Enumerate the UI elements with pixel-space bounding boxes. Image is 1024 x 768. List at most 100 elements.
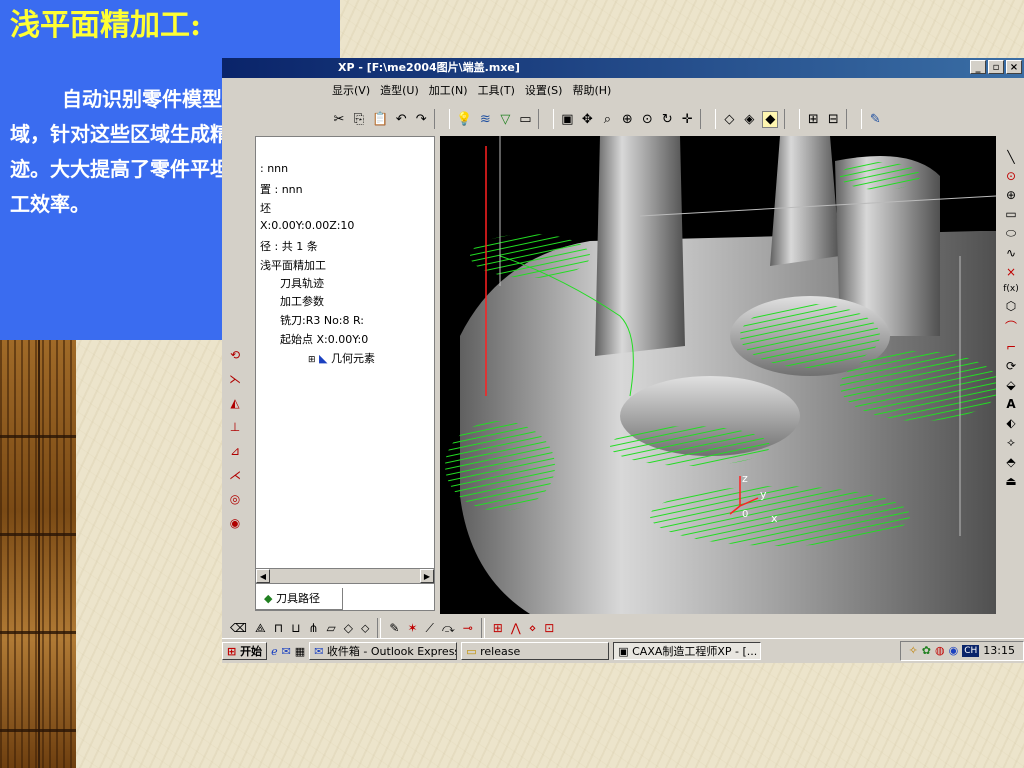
tree-item[interactable]: 刀具轨迹	[280, 275, 324, 291]
light-icon[interactable]: 💡	[456, 112, 472, 127]
menu-tools[interactable]: 工具(T)	[478, 82, 515, 100]
tray-icon[interactable]: ◍	[935, 641, 945, 661]
bt-a-icon[interactable]: ⌫	[230, 621, 247, 635]
box-icon[interactable]: ⏏	[1005, 474, 1016, 488]
bt-g-icon[interactable]: ◇	[344, 621, 353, 635]
copy-icon[interactable]: ⎘	[352, 112, 366, 127]
tree-item[interactable]: 浅平面精加工	[260, 257, 326, 273]
tool-h-icon[interactable]: ◉	[230, 516, 240, 530]
polygon-icon[interactable]: ⬡	[1006, 299, 1016, 313]
bt-p-icon[interactable]: ⋄	[529, 621, 537, 635]
tray-icon[interactable]: ◉	[949, 641, 959, 661]
menu-view[interactable]: 显示(V)	[332, 82, 370, 100]
tray-icon[interactable]: ✧	[909, 641, 918, 661]
redo-icon[interactable]: ↷	[414, 112, 428, 127]
tree-item[interactable]: 坯	[260, 200, 271, 216]
bt-d-icon[interactable]: ⊔	[291, 621, 300, 635]
ie-icon[interactable]: ℯ	[271, 645, 278, 658]
taskbar-caxa[interactable]: ▣ CAXA制造工程师XP - [...	[613, 642, 762, 660]
menu-modeling[interactable]: 造型(U)	[380, 82, 419, 100]
bt-m-icon[interactable]: ⊸	[463, 621, 473, 635]
start-button[interactable]: ⊞ 开始	[222, 642, 268, 660]
taskbar-release-folder[interactable]: ▭ release	[461, 642, 610, 660]
tray-icon[interactable]: ✿	[922, 641, 931, 661]
tree-item[interactable]: 加工参数	[280, 293, 324, 309]
menu-machining[interactable]: 加工(N)	[429, 82, 468, 100]
measure-icon[interactable]: ⬖	[1006, 416, 1015, 430]
corner-icon[interactable]: ⌐	[1006, 340, 1016, 354]
shade-icon[interactable]: ◈	[742, 112, 756, 127]
zoom-window-icon[interactable]: ⌕	[600, 112, 614, 127]
circle-icon[interactable]: ⊕	[1006, 188, 1016, 202]
bt-n-icon[interactable]: ⊞	[493, 621, 503, 635]
filter-icon[interactable]: ▽	[498, 112, 512, 127]
spline-icon[interactable]: ∿	[1006, 246, 1016, 260]
text-tool-icon[interactable]: A	[1006, 397, 1015, 411]
tree-horizontal-scrollbar[interactable]: ◀ ▶	[255, 568, 435, 584]
cross-icon[interactable]: ×	[1006, 265, 1016, 279]
bt-e-icon[interactable]: ⋔	[308, 621, 318, 635]
bt-c-icon[interactable]: ⊓	[274, 621, 283, 635]
expand-icon[interactable]: ⊞	[308, 355, 316, 365]
line-icon[interactable]: ╲	[1007, 150, 1014, 164]
tree-item[interactable]: : nnn	[260, 162, 288, 175]
tree-item[interactable]: ⊞ ◣ 几何元素	[308, 350, 375, 366]
outlook-icon[interactable]: ✉	[282, 645, 291, 658]
wire-icon[interactable]: ◇	[722, 112, 736, 127]
rect-icon[interactable]: ▭	[1005, 207, 1016, 221]
close-button[interactable]: ×	[1006, 60, 1022, 74]
ellipse-icon[interactable]: ⬭	[1006, 226, 1016, 241]
bt-b-icon[interactable]: ⟁	[255, 621, 266, 636]
bt-q-icon[interactable]: ⊡	[544, 621, 554, 635]
bt-h-icon[interactable]: ⬦	[361, 621, 369, 636]
tree-item[interactable]: X:0.00Y:0.00Z:10	[260, 219, 354, 232]
tool-icon[interactable]: ✎	[868, 112, 882, 127]
paste-icon[interactable]: 📋	[372, 112, 388, 127]
point-icon[interactable]: ⊙	[1006, 169, 1016, 183]
menu-help[interactable]: 帮助(H)	[572, 82, 611, 100]
3d-viewport[interactable]: z y x 0	[440, 136, 996, 614]
view2-icon[interactable]: ⊟	[826, 112, 840, 127]
tree-item[interactable]: 置 : nnn	[260, 181, 303, 197]
move-icon[interactable]: ✛	[680, 112, 694, 127]
layers-icon[interactable]: ≋	[478, 112, 492, 127]
tree-item[interactable]: 铣刀:R3 No:8 R:	[280, 312, 364, 328]
undo-icon[interactable]: ↶	[394, 112, 408, 127]
tool-a-icon[interactable]: ⟲	[230, 348, 240, 362]
scroll-left-icon[interactable]: ◀	[256, 569, 270, 583]
zoom-in-icon[interactable]: ⊕	[620, 112, 634, 127]
rotate-icon[interactable]: ⟳	[1006, 359, 1016, 373]
minimize-button[interactable]: _	[970, 60, 986, 74]
tool-d-icon[interactable]: ⊥	[230, 420, 240, 434]
rotate-icon[interactable]: ↻	[660, 112, 674, 127]
bt-i-icon[interactable]: ✎	[389, 621, 399, 635]
bt-o-icon[interactable]: ⋀	[511, 621, 521, 635]
restore-button[interactable]: ▫	[988, 60, 1004, 74]
tree-item[interactable]: 起始点 X:0.00Y:0	[280, 331, 368, 347]
sweep-icon[interactable]: ⬘	[1006, 455, 1015, 469]
input-language-indicator[interactable]: CH	[962, 645, 980, 657]
tool-g-icon[interactable]: ◎	[230, 492, 240, 506]
arc-icon[interactable]: ⌒	[1005, 318, 1017, 335]
tool-b-icon[interactable]: ⋋	[229, 372, 241, 386]
bt-k-icon[interactable]: ⟋	[426, 621, 434, 636]
extrude-icon[interactable]: ⬙	[1006, 378, 1015, 392]
pan-icon[interactable]: ✥	[580, 112, 594, 127]
offset-icon[interactable]: ⟡	[1007, 435, 1015, 450]
desktop-icon[interactable]: ▦	[295, 645, 305, 658]
color-icon[interactable]: ▭	[518, 112, 532, 127]
scroll-right-icon[interactable]: ▶	[420, 569, 434, 583]
bt-l-icon[interactable]: ⤼	[442, 621, 455, 636]
view1-icon[interactable]: ⊞	[806, 112, 820, 127]
zoom-fit-icon[interactable]: ⊙	[640, 112, 654, 127]
bt-j-icon[interactable]: ✶	[407, 621, 417, 635]
tool-f-icon[interactable]: ⋌	[229, 468, 241, 482]
tool-e-icon[interactable]: ⊿	[230, 444, 240, 458]
tool-c-icon[interactable]: ◭	[230, 396, 239, 410]
taskbar-outlook[interactable]: ✉ 收件箱 - Outlook Express	[309, 642, 458, 660]
tree-item[interactable]: 径 : 共 1 条	[260, 238, 318, 254]
bt-f-icon[interactable]: ▱	[327, 621, 336, 635]
menu-settings[interactable]: 设置(S)	[525, 82, 563, 100]
render-icon[interactable]: ◆	[762, 110, 779, 128]
cut-icon[interactable]: ✂	[332, 112, 346, 127]
